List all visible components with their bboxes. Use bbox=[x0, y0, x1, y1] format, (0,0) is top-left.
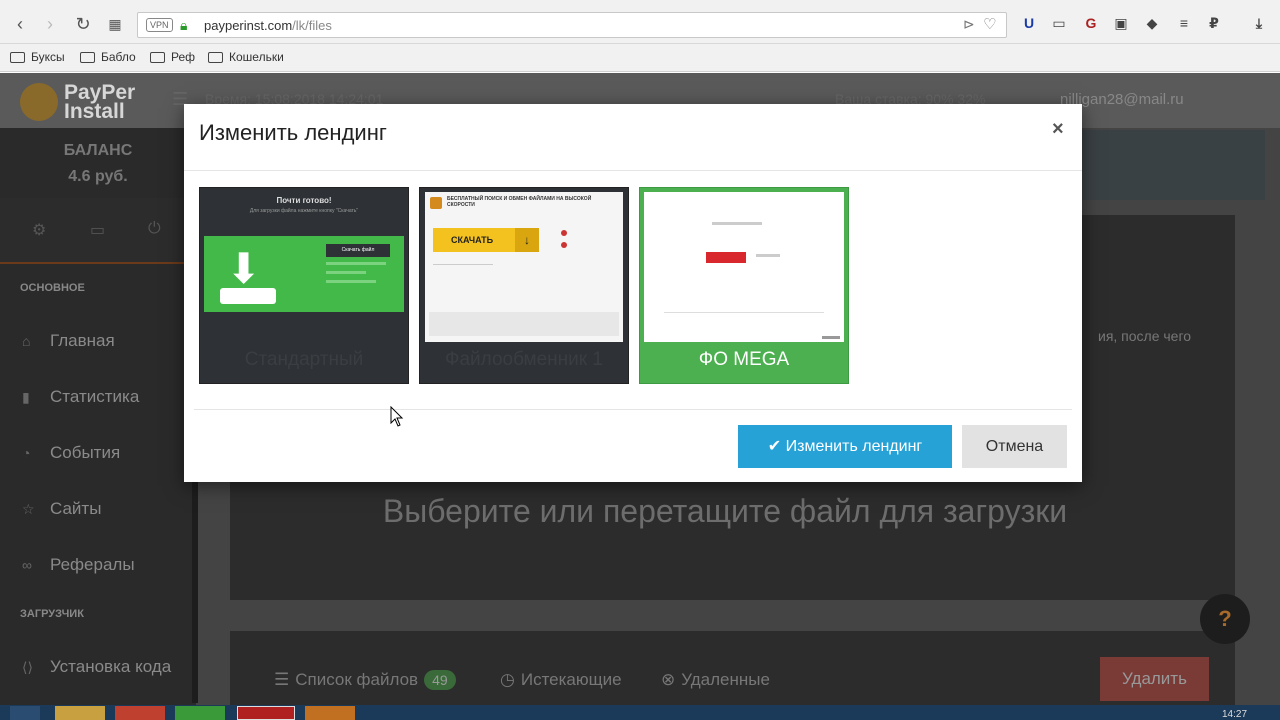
back-icon[interactable]: ‹ bbox=[10, 14, 30, 34]
change-landing-button[interactable]: ✔ Изменить лендинг bbox=[738, 425, 952, 468]
tab-file-list[interactable]: ☰ Список файлов 49 bbox=[274, 670, 456, 690]
lock-icon: 🔒︎ bbox=[180, 17, 188, 33]
section-main: ОСНОВНОЕ bbox=[20, 282, 85, 294]
download-icon[interactable]: ⤓ bbox=[1250, 15, 1268, 33]
cancel-button[interactable]: Отмена bbox=[962, 425, 1067, 468]
check-icon: ✔ bbox=[767, 438, 782, 455]
sidebar-item-referrals[interactable]: ∞ Рефералы bbox=[22, 555, 135, 575]
monitor-extension-icon[interactable]: ▭ bbox=[1050, 15, 1068, 33]
card-label: Стандартный bbox=[244, 349, 364, 370]
dropzone[interactable]: Выберите или перетащите файл для загрузк… bbox=[230, 493, 1220, 530]
sidebar-item-stats[interactable]: ▮ Статистика bbox=[22, 387, 139, 407]
modal-title: Изменить лендинг bbox=[199, 120, 387, 145]
home-icon: ⌂ bbox=[22, 333, 31, 349]
folder-icon bbox=[208, 51, 223, 63]
chart-icon: ▮ bbox=[22, 388, 30, 405]
files-panel bbox=[230, 631, 1235, 705]
link-icon: ∞ bbox=[22, 557, 32, 573]
bookmark-bablo[interactable]: Бабло bbox=[80, 50, 136, 64]
sidebar-item-install-code[interactable]: ⟨⟩ Установка кода bbox=[22, 657, 171, 677]
bell-icon: ◔ bbox=[22, 445, 31, 461]
ruble-extension-icon[interactable]: ₽ bbox=[1205, 15, 1223, 33]
download-icon: ⬇ bbox=[226, 245, 262, 292]
card-preview: ⬇ Скачать файл bbox=[204, 236, 404, 312]
section-loader: ЗАГРУЗЧИК bbox=[20, 608, 84, 620]
folder-icon bbox=[10, 51, 25, 63]
bookmark-koshelki[interactable]: Кошельки bbox=[208, 50, 284, 64]
folder-icon bbox=[150, 51, 165, 63]
reload-icon[interactable]: ↻ bbox=[73, 14, 93, 34]
star-icon: ☆ bbox=[22, 500, 35, 517]
tabs-grid-icon[interactable]: ▦ bbox=[105, 14, 125, 34]
sidebar-item-home[interactable]: ⌂ Главная bbox=[22, 331, 115, 351]
help-button[interactable]: ? bbox=[1200, 594, 1250, 644]
gear-icon[interactable]: ⚙ bbox=[32, 220, 46, 240]
power-icon[interactable]: ⏻ bbox=[148, 220, 161, 238]
delete-button[interactable]: Удалить bbox=[1100, 657, 1209, 701]
chat-icon[interactable]: ▭ bbox=[90, 220, 105, 240]
code-icon: ⟨⟩ bbox=[22, 658, 33, 675]
u-extension-icon[interactable]: U bbox=[1020, 15, 1038, 33]
tab-expiring[interactable]: ◷ Истекающие bbox=[500, 670, 622, 690]
sidebar-item-sites[interactable]: ☆ Сайты bbox=[22, 499, 101, 519]
se-extension-icon[interactable]: ▣ bbox=[1112, 15, 1130, 33]
forward-icon[interactable]: › bbox=[40, 14, 60, 34]
card-preview: БЕСПЛАТНЫЙ ПОИСК И ОБМЕН ФАЙЛАМИ НА ВЫСО… bbox=[425, 192, 623, 342]
stack-extension-icon[interactable]: ≡ bbox=[1175, 15, 1193, 33]
clock: 14:27 bbox=[1222, 709, 1248, 720]
app2-taskbar-icon[interactable] bbox=[305, 706, 355, 720]
card-label: Файлообменник 1 bbox=[445, 349, 603, 370]
bookmarks-bar: Буксы Бабло Реф Кошельки bbox=[0, 44, 1280, 72]
bookmark-ref[interactable]: Реф bbox=[150, 50, 195, 64]
sidebar: БАЛАНС 4.6 руб. ⚙ ▭ ⏻ ОСНОВНОЕ ⌂ Главная … bbox=[0, 128, 196, 705]
opera-taskbar-icon[interactable] bbox=[237, 706, 295, 720]
balance-title: БАЛАНС bbox=[63, 142, 133, 159]
tab-deleted[interactable]: ⊗ Удаленные bbox=[661, 670, 770, 690]
logo-icon bbox=[20, 83, 58, 121]
card-preview bbox=[644, 192, 844, 342]
site-logo[interactable]: PayPer Install bbox=[20, 81, 150, 122]
landing-card-fileshare-1[interactable]: БЕСПЛАТНЫЙ ПОИСК И ОБМЕН ФАЙЛАМИ НА ВЫСО… bbox=[419, 187, 629, 384]
box-extension-icon[interactable]: ◆ bbox=[1143, 15, 1161, 33]
g-extension-icon[interactable]: G bbox=[1082, 15, 1100, 33]
balance-value: 4.6 руб. bbox=[68, 168, 128, 185]
file-count-badge: 49 bbox=[424, 670, 456, 690]
chrome-taskbar-icon[interactable] bbox=[115, 706, 165, 720]
sidebar-item-events[interactable]: ◔ События bbox=[22, 443, 120, 463]
list-icon: ☰ bbox=[274, 670, 290, 689]
sidebar-icon-row: ⚙ ▭ ⏻ bbox=[0, 198, 196, 264]
address-bar[interactable]: VPN 🔒︎ payperinst.com/lk/files ⊳ ♡ bbox=[137, 12, 1007, 38]
mouse-cursor-icon bbox=[390, 406, 404, 427]
divider bbox=[184, 170, 1082, 171]
close-icon[interactable]: × bbox=[1052, 118, 1064, 141]
browser-toolbar: ‹ › ↻ ▦ VPN 🔒︎ payperinst.com/lk/files ⊳… bbox=[0, 0, 1280, 44]
bookmark-buksy[interactable]: Буксы bbox=[10, 50, 65, 64]
clock-icon: ◷ bbox=[500, 670, 515, 689]
folder-icon bbox=[80, 51, 95, 63]
landing-card-fo-mega[interactable]: ФО MEGA bbox=[639, 187, 849, 384]
arrow-down-icon: ↓ bbox=[515, 228, 539, 252]
landing-card-standard[interactable]: Почти готово! Для загрузки файла нажмите… bbox=[199, 187, 409, 384]
divider bbox=[194, 409, 1072, 410]
hint-text: ия, после чего bbox=[1098, 328, 1192, 344]
card-label: ФО MEGA bbox=[698, 349, 790, 370]
app-taskbar-icon[interactable] bbox=[175, 706, 225, 720]
heart-icon[interactable]: ♡ bbox=[983, 15, 996, 33]
vpn-badge[interactable]: VPN bbox=[146, 18, 173, 32]
change-landing-modal: Изменить лендинг × Почти готово! Для заг… bbox=[184, 104, 1082, 482]
windows-start-icon[interactable] bbox=[10, 706, 40, 720]
x-circle-icon: ⊗ bbox=[661, 670, 676, 689]
explorer-taskbar-icon[interactable] bbox=[55, 706, 105, 720]
send-icon[interactable]: ⊳ bbox=[963, 16, 975, 33]
url-text[interactable]: payperinst.com/lk/files bbox=[204, 18, 332, 33]
